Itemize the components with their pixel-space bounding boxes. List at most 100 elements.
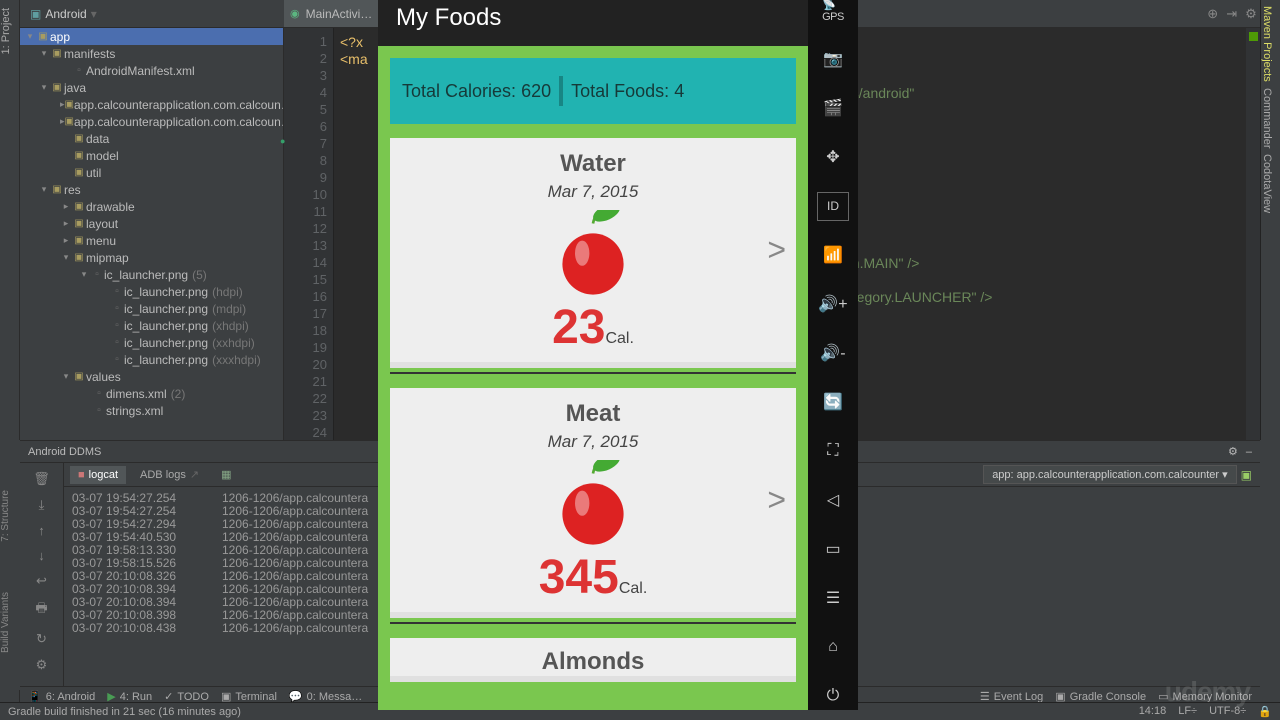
gear-icon[interactable]: ⚙: [36, 657, 48, 673]
lock-icon[interactable]: 🔒: [1258, 705, 1272, 718]
right-vertical-tab-bar: Maven Projects Commander CodotaView: [1260, 0, 1280, 440]
phone-screen[interactable]: My Foods Total Calories: 620 Total Foods…: [378, 0, 808, 710]
dpad-icon[interactable]: ✥: [817, 143, 849, 172]
right-tab-maven[interactable]: Maven Projects: [1261, 6, 1273, 82]
tree-root-app[interactable]: ▾▣app: [20, 28, 283, 45]
code-line: <ma: [340, 51, 368, 67]
dropdown-icon: ▾: [1222, 469, 1228, 481]
cellular-icon[interactable]: 📶: [817, 241, 849, 270]
id-button[interactable]: ID: [817, 192, 849, 221]
logcat-extra-icon[interactable]: ▦: [213, 465, 239, 484]
up-icon[interactable]: ↑: [38, 523, 45, 538]
tree-model[interactable]: ▣model: [20, 147, 283, 164]
apple-icon: [555, 210, 631, 300]
clapper-icon[interactable]: 🎬: [817, 94, 849, 123]
trash-icon[interactable]: 🗑: [33, 471, 50, 487]
down-icon[interactable]: ↓: [38, 548, 45, 563]
food-card-name: Water: [404, 150, 782, 178]
android-emulator: My Foods Total Calories: 620 Total Foods…: [378, 0, 858, 710]
device-dropdown[interactable]: app: app.calcounterapplication.com.calco…: [983, 465, 1236, 484]
food-card-date: Mar 7, 2015: [404, 182, 782, 202]
logcat-side-controls: 🗑 ⤓ ↑ ↓ ↩ 🖶 ↻ ⚙: [20, 463, 64, 690]
food-card-meat[interactable]: Meat Mar 7, 2015 345Cal. >: [390, 388, 796, 618]
volume-down-icon[interactable]: 🔊-: [817, 339, 849, 368]
power-icon[interactable]: ⏻: [817, 681, 849, 710]
right-tab-codota[interactable]: CodotaView: [1261, 154, 1273, 213]
food-card-calories: 345: [539, 551, 619, 604]
tree-java[interactable]: ▾▣java: [20, 79, 283, 96]
tree-util[interactable]: ▣util: [20, 164, 283, 181]
food-card-date: Mar 7, 2015: [404, 432, 782, 452]
tree-launcher-mdpi[interactable]: ▫ic_launcher.png(mdpi): [20, 300, 283, 317]
tree-launcher-xxxhdpi[interactable]: ▫ic_launcher.png(xxxhdpi): [20, 351, 283, 368]
apple-icon: [555, 460, 631, 550]
tree-launcher-xhdpi[interactable]: ▫ic_launcher.png(xhdpi): [20, 317, 283, 334]
tree-mipmap[interactable]: ▾▣mipmap: [20, 249, 283, 266]
volume-up-icon[interactable]: 🔊+: [817, 290, 849, 319]
scroll-end-icon[interactable]: ⤓: [39, 497, 45, 513]
tree-strings[interactable]: ▫strings.xml: [20, 402, 283, 419]
recents-icon[interactable]: ☰: [817, 583, 849, 612]
camera-icon[interactable]: 📷: [817, 45, 849, 74]
tree-dimens[interactable]: ▫dimens.xml(2): [20, 385, 283, 402]
code-line: category.LAUNCHER" />: [838, 289, 993, 305]
back-icon[interactable]: ◁: [817, 485, 849, 514]
ddms-title: Android DDMS: [28, 446, 101, 458]
project-view-mode[interactable]: Android: [45, 7, 86, 21]
rotate-icon[interactable]: 🔄: [817, 388, 849, 417]
left-tab-structure[interactable]: 7: Structure: [0, 490, 11, 542]
total-cal-label: Total Calories:: [402, 81, 516, 101]
editor-tab-label: MainActivi…: [306, 7, 373, 21]
total-foods-label: Total Foods:: [571, 81, 669, 101]
total-foods-value: 4: [674, 81, 684, 101]
card-divider: [390, 372, 796, 374]
chevron-right-icon[interactable]: >: [767, 482, 786, 519]
tree-data[interactable]: ▣data: [20, 130, 283, 147]
app-action-bar: My Foods: [378, 0, 808, 46]
tree-menu[interactable]: ▸▣menu: [20, 232, 283, 249]
editor-gutter: 123456789101112131415161718192021222324: [284, 28, 334, 440]
menu-icon[interactable]: ⌂: [817, 632, 849, 661]
tree-manifests[interactable]: ▾▣manifests: [20, 45, 283, 62]
scale-icon[interactable]: ⛶: [817, 436, 849, 465]
dropdown-icon[interactable]: ▾: [91, 7, 97, 21]
summary-bar: Total Calories: 620 Total Foods: 4: [390, 58, 796, 124]
gps-icon[interactable]: 📡GPS: [817, 0, 849, 25]
tab-logcat[interactable]: ■logcat: [70, 466, 126, 484]
collapse-icon[interactable]: ⇥: [1226, 6, 1237, 22]
project-tree[interactable]: ▾▣app ▾▣manifests ▫AndroidManifest.xml ▾…: [20, 28, 284, 440]
tree-drawable[interactable]: ▸▣drawable: [20, 198, 283, 215]
right-tab-commander[interactable]: Commander: [1261, 88, 1273, 149]
hide-icon[interactable]: –: [1246, 446, 1252, 458]
status-line-ending[interactable]: LF÷: [1178, 705, 1197, 718]
gear-icon[interactable]: ⚙: [1228, 446, 1238, 458]
status-time: 14:18: [1139, 705, 1167, 718]
total-cal-value: 620: [521, 81, 551, 101]
code-line: <?x: [340, 34, 363, 50]
tree-launcher-group[interactable]: ▾▫ic_launcher.png(5): [20, 266, 283, 283]
tree-launcher-hdpi[interactable]: ▫ic_launcher.png(hdpi): [20, 283, 283, 300]
left-tab-build[interactable]: Build Variants: [0, 592, 11, 653]
tree-values[interactable]: ▾▣values: [20, 368, 283, 385]
target-icon[interactable]: ⊕: [1207, 6, 1218, 22]
status-encoding[interactable]: UTF-8÷: [1209, 705, 1246, 718]
food-card-cal-unit: Cal.: [619, 580, 647, 597]
tab-adb-logs[interactable]: ADB logs↗: [132, 465, 207, 484]
home-icon[interactable]: ▭: [817, 534, 849, 563]
print-icon[interactable]: 🖶: [35, 599, 47, 621]
tree-launcher-xxhdpi[interactable]: ▫ic_launcher.png(xxhdpi): [20, 334, 283, 351]
gear-icon[interactable]: ⚙: [1245, 6, 1257, 22]
tree-pkg1[interactable]: ▸▣app.calcounterapplication.com.calcoun…: [20, 96, 283, 113]
tree-res[interactable]: ▾▣res: [20, 181, 283, 198]
tree-manifest-file[interactable]: ▫AndroidManifest.xml: [20, 62, 283, 79]
restart-icon[interactable]: ↻: [36, 631, 47, 647]
chevron-right-icon[interactable]: >: [767, 232, 786, 269]
soft-wrap-icon[interactable]: ↩: [36, 573, 47, 589]
left-tab-project[interactable]: 1: Project: [0, 8, 12, 54]
editor-tab-main[interactable]: ◉ MainActivi…: [284, 0, 383, 27]
tree-pkg2[interactable]: ▸▣app.calcounterapplication.com.calcoun…: [20, 113, 283, 130]
tree-layout[interactable]: ▸▣layout: [20, 215, 283, 232]
food-card-almonds[interactable]: Almonds: [390, 638, 796, 682]
food-card-water[interactable]: Water Mar 7, 2015 23Cal. >: [390, 138, 796, 368]
android-icon[interactable]: ▣: [1241, 468, 1252, 482]
